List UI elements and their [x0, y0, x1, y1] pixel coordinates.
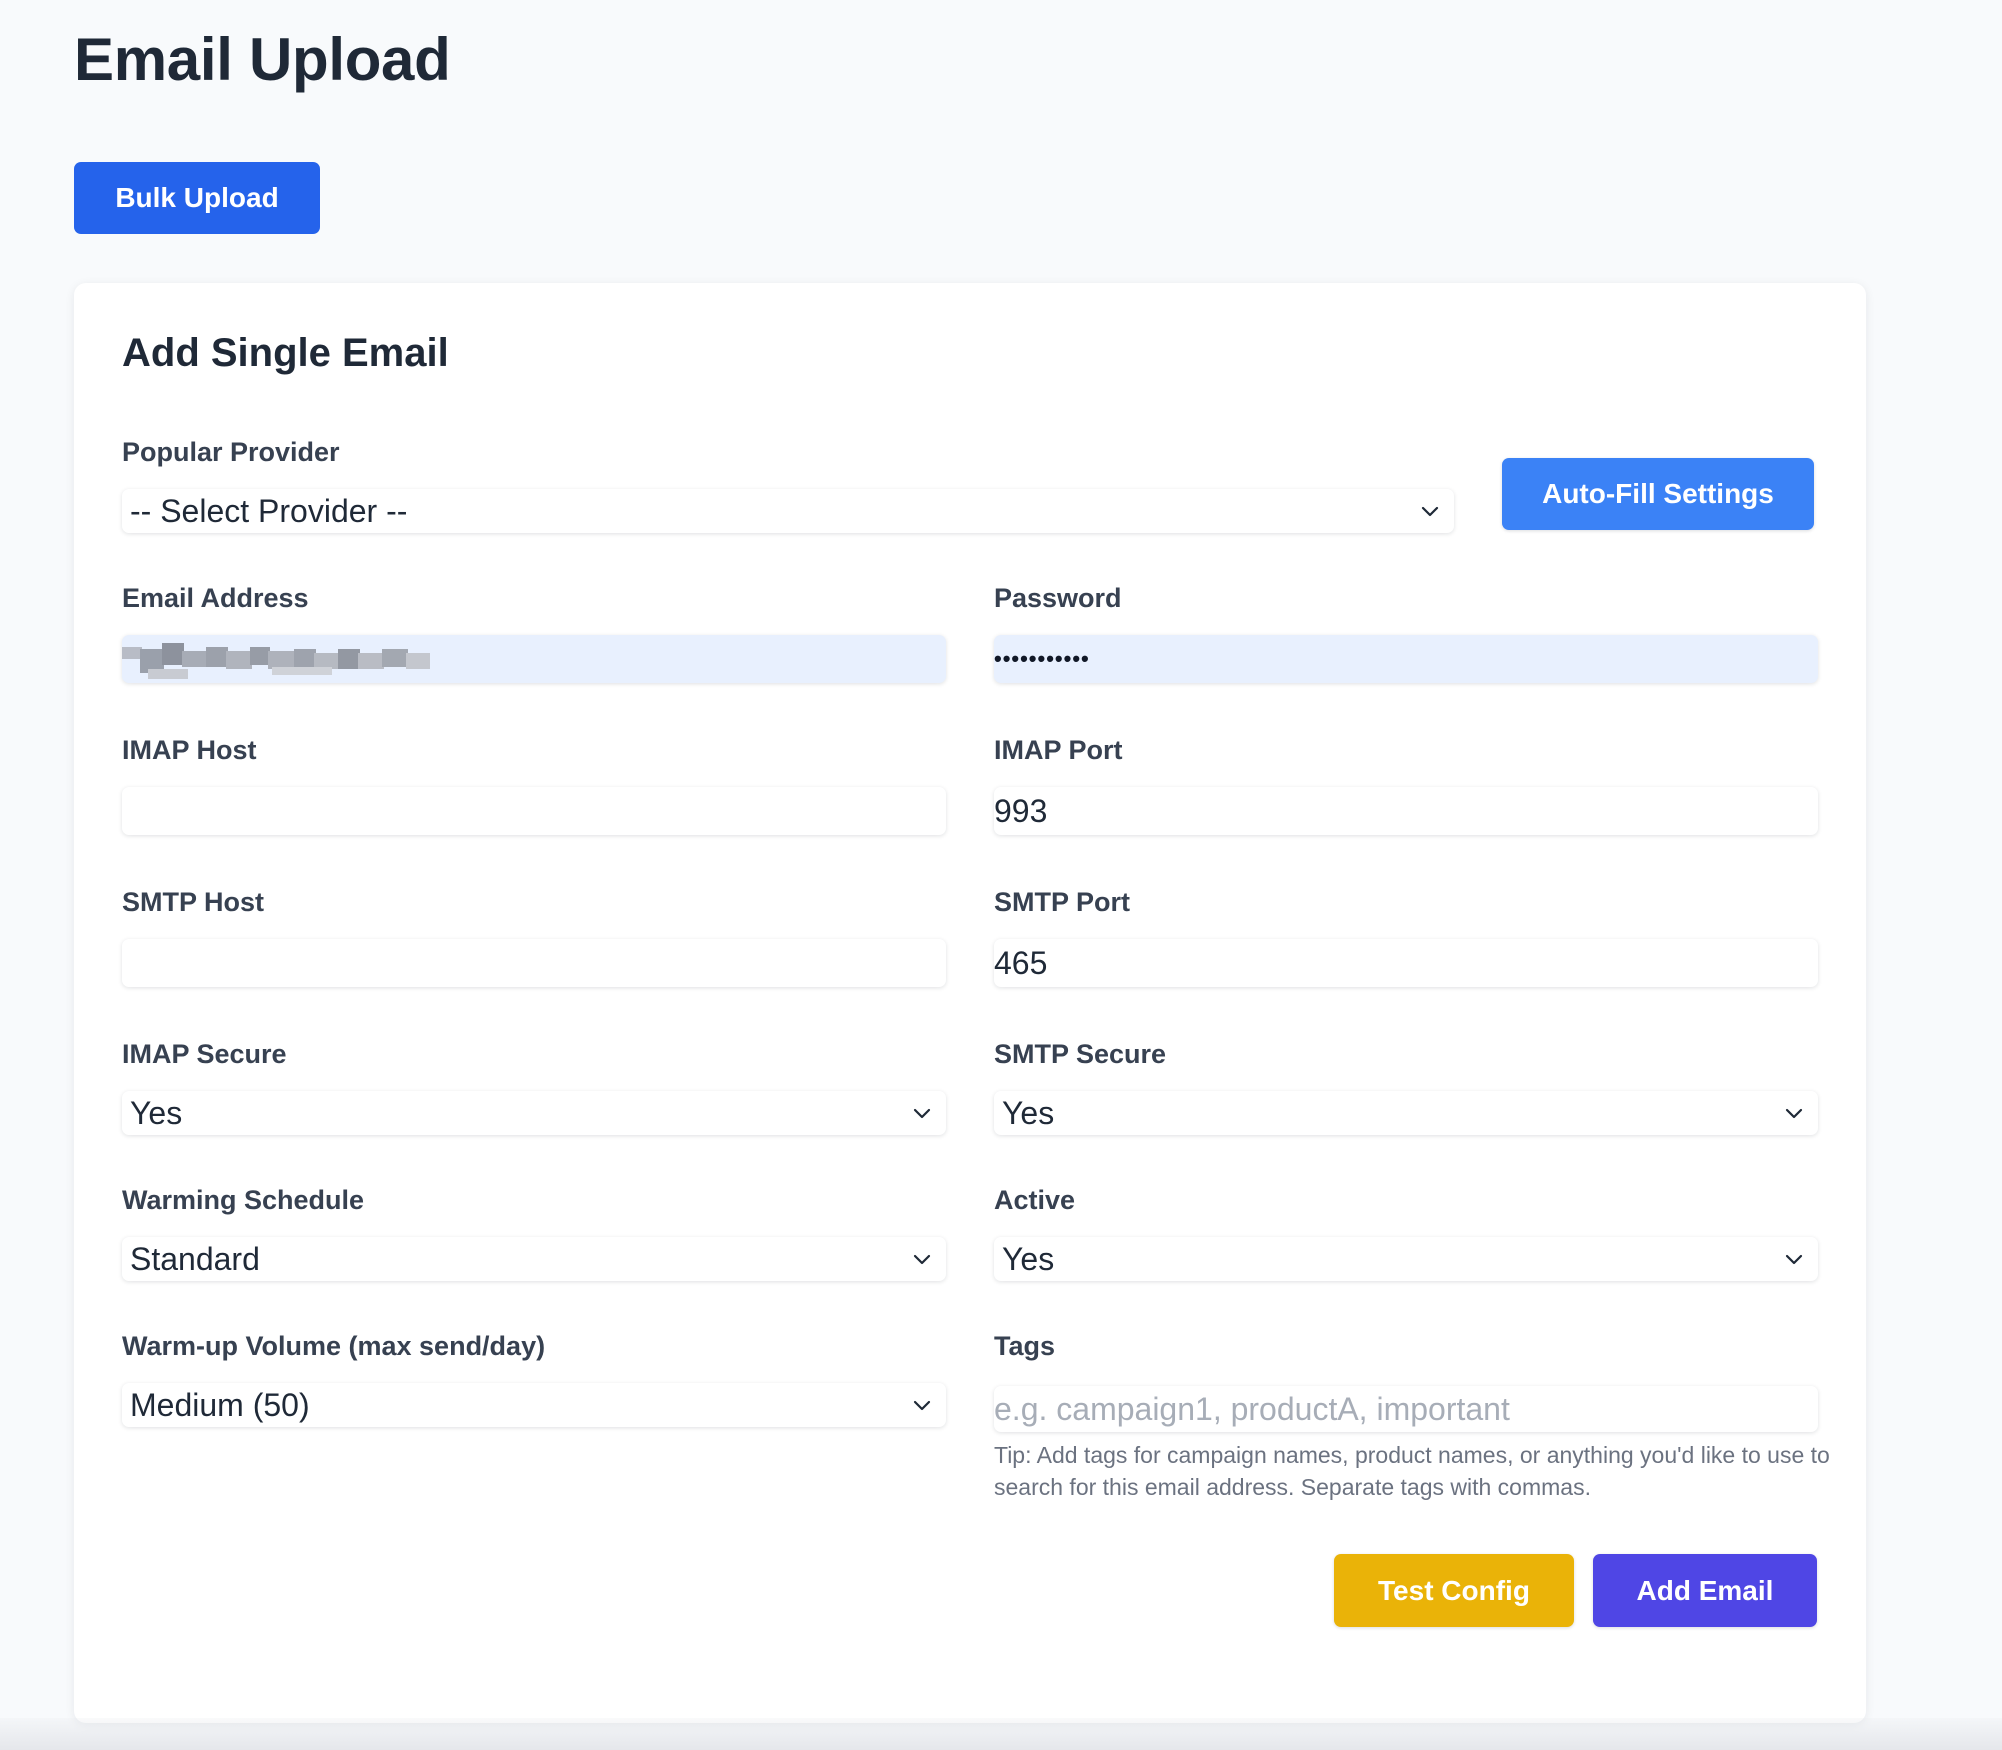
- tags-label: Tags: [994, 1331, 1056, 1361]
- redacted-email-value: [122, 643, 430, 679]
- provider-select-value: -- Select Provider --: [130, 493, 408, 529]
- chevron-down-icon: [913, 1400, 931, 1411]
- password-masked-value: •••••••••••: [994, 646, 1090, 671]
- bulk-upload-button[interactable]: Bulk Upload: [74, 162, 320, 234]
- warming-schedule-select[interactable]: Standard: [122, 1237, 946, 1281]
- active-select[interactable]: Yes: [994, 1237, 1818, 1281]
- chevron-down-icon: [1421, 506, 1439, 517]
- provider-label: Popular Provider: [122, 437, 340, 467]
- smtp-port-value: 465: [994, 945, 1048, 981]
- page-title: Email Upload: [74, 26, 451, 93]
- imap-host-field[interactable]: [122, 787, 946, 835]
- email-address-label: Email Address: [122, 583, 309, 613]
- card-title: Add Single Email: [122, 331, 449, 375]
- chevron-down-icon: [1785, 1254, 1803, 1265]
- imap-port-field[interactable]: 993: [994, 787, 1818, 835]
- smtp-secure-value: Yes: [1002, 1095, 1055, 1131]
- imap-host-label: IMAP Host: [122, 735, 257, 765]
- chevron-down-icon: [913, 1254, 931, 1265]
- smtp-secure-select[interactable]: Yes: [994, 1091, 1818, 1135]
- imap-port-label: IMAP Port: [994, 735, 1123, 765]
- smtp-secure-label: SMTP Secure: [994, 1039, 1167, 1069]
- auto-fill-settings-button[interactable]: Auto-Fill Settings: [1502, 458, 1814, 530]
- imap-secure-select[interactable]: Yes: [122, 1091, 946, 1135]
- warmup-volume-value: Medium (50): [130, 1387, 310, 1423]
- warmup-volume-label: Warm-up Volume (max send/day): [122, 1331, 546, 1361]
- tags-field[interactable]: [994, 1386, 1818, 1432]
- add-single-email-card: Add Single Email Popular Provider -- Sel…: [74, 283, 1866, 1723]
- imap-port-value: 993: [994, 793, 1048, 829]
- smtp-host-field[interactable]: [122, 939, 946, 987]
- smtp-port-field[interactable]: 465: [994, 939, 1818, 987]
- add-email-button[interactable]: Add Email: [1593, 1554, 1817, 1627]
- active-value: Yes: [1002, 1241, 1055, 1277]
- tags-input[interactable]: [994, 1386, 1818, 1432]
- tags-tip: Tip: Add tags for campaign names, produc…: [994, 1442, 1830, 1500]
- password-label: Password: [994, 583, 1122, 613]
- page-bottom-edge: [0, 1718, 2002, 1750]
- provider-select[interactable]: -- Select Provider --: [122, 489, 1454, 533]
- warmup-volume-select[interactable]: Medium (50): [122, 1383, 946, 1427]
- chevron-down-icon: [1785, 1108, 1803, 1119]
- password-field[interactable]: •••••••••••: [994, 635, 1818, 683]
- email-address-field[interactable]: [122, 635, 946, 683]
- test-config-button[interactable]: Test Config: [1334, 1554, 1574, 1627]
- chevron-down-icon: [913, 1108, 931, 1119]
- warming-schedule-label: Warming Schedule: [122, 1185, 365, 1215]
- active-label: Active: [994, 1185, 1076, 1215]
- smtp-port-label: SMTP Port: [994, 887, 1131, 917]
- imap-secure-value: Yes: [130, 1095, 183, 1131]
- warming-schedule-value: Standard: [130, 1241, 260, 1277]
- smtp-host-label: SMTP Host: [122, 887, 265, 917]
- imap-secure-label: IMAP Secure: [122, 1039, 287, 1069]
